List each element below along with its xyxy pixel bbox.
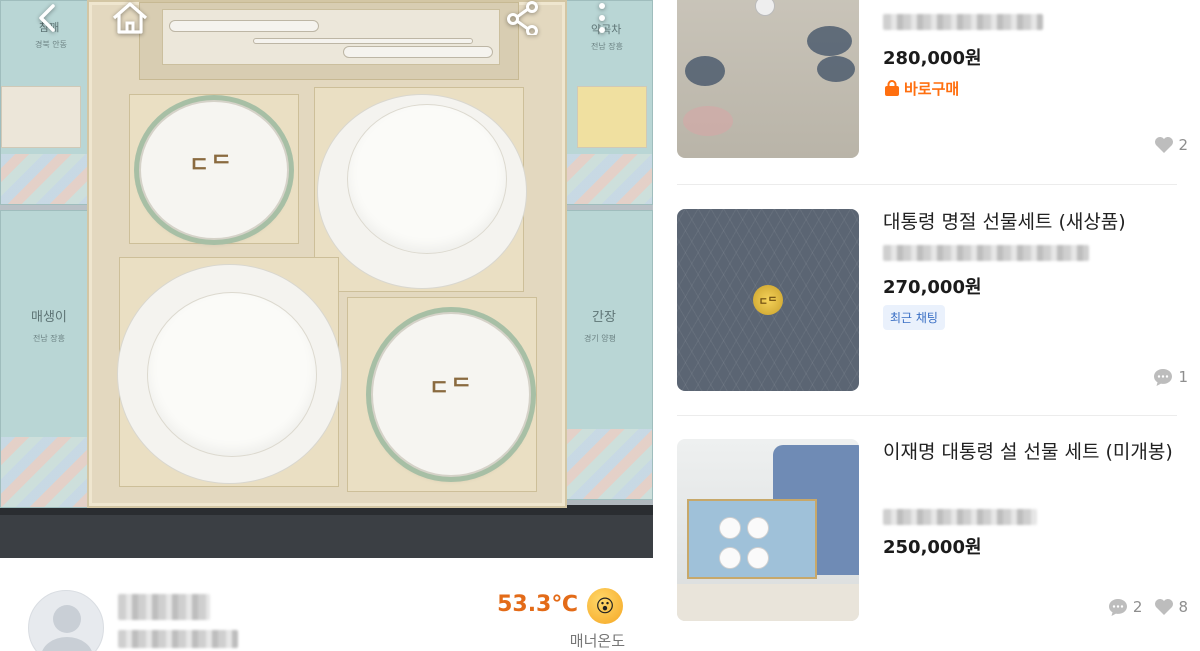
cutlery-tray-inner	[162, 9, 500, 65]
avatar[interactable]	[28, 590, 104, 651]
comment-count: 2	[1107, 597, 1143, 617]
seller-name-blurred	[118, 594, 210, 620]
box-stripe-pattern	[567, 154, 652, 204]
back-button[interactable]	[28, 0, 68, 36]
bowl	[719, 517, 741, 539]
share-button[interactable]	[503, 0, 543, 36]
like-count-value: 2	[1178, 136, 1188, 154]
list-item[interactable]: 이재명 대통령 설 선물 세트 (미개봉) 250,000원 2 8	[653, 425, 1200, 651]
comment-count: 1	[1152, 367, 1188, 387]
manner-temperature-label[interactable]: 매너온도	[570, 630, 625, 651]
listing-title: 대통령 명절 선물세트 (새상품)	[883, 211, 1126, 233]
listing-thumbnail[interactable]	[677, 439, 859, 621]
recent-chat-badge: 최근 채팅	[883, 305, 945, 330]
listing-stats: 2	[1154, 136, 1188, 154]
home-icon	[112, 2, 148, 34]
bowl-emblem: ㄷᄃ	[189, 153, 234, 178]
gold-emblem-icon: ㄷᄃ	[753, 285, 783, 315]
buy-now-label: 바로구매	[904, 80, 960, 98]
list-item[interactable]: 280,000원 바로구매 2	[653, 0, 1200, 185]
box-subtitle: 전남 장흥	[33, 334, 65, 343]
home-button[interactable]	[110, 0, 150, 36]
comment-count-value: 2	[1132, 598, 1143, 616]
heart-icon	[1155, 599, 1174, 615]
more-button[interactable]	[582, 0, 622, 36]
pine-pattern	[817, 56, 855, 82]
chat-bubble-icon	[1108, 599, 1127, 616]
listing-thumbnail[interactable]: ㄷᄃ	[677, 209, 859, 391]
pine-pattern	[685, 56, 725, 86]
listing-price: 250,000원	[883, 537, 982, 558]
share-icon	[507, 1, 538, 35]
listing-price: 280,000원	[883, 48, 982, 69]
listing-price: 270,000원	[883, 277, 982, 298]
box-subtitle: 경북 안동	[35, 40, 67, 49]
box-stripe-pattern	[554, 429, 652, 499]
box-subtitle: 경기 양평	[584, 334, 616, 343]
like-count: 2	[1154, 136, 1188, 154]
spoon	[169, 20, 319, 32]
manner-temperature: 53.3℃	[497, 592, 578, 617]
comment-count-value: 1	[1178, 368, 1188, 386]
related-listings: 280,000원 바로구매 2 ㄷᄃ 대통령 명절 선물세트 (새상품) 270…	[653, 0, 1200, 651]
rice-window	[1, 86, 81, 148]
bowl-bottom-left	[147, 292, 317, 457]
product-photo[interactable]: 참깨 경북 안동 매생이 전남 장흥 약곡차 전남 장흥 간장 경기 양평 ㄷᄃ…	[0, 0, 653, 558]
chevron-left-icon	[39, 4, 55, 32]
cutlery-tray	[139, 2, 519, 80]
box-subtitle: 전남 장흥	[591, 42, 623, 51]
temperature-emoji-icon: 😮	[587, 588, 623, 624]
list-item[interactable]: ㄷᄃ 대통령 명절 선물세트 (새상품) 270,000원 최근 채팅 1	[653, 195, 1200, 410]
tea-window	[577, 86, 647, 148]
chopsticks	[253, 38, 473, 44]
seller-info[interactable]: 53.3℃ 😮 매너온도	[0, 558, 653, 651]
photo-floor	[0, 505, 653, 558]
box-title: 매생이	[31, 310, 67, 325]
bowl	[747, 517, 769, 539]
listing-thumbnail[interactable]	[677, 0, 859, 158]
gift-set-box: ㄷᄃ ㄷᄃ	[87, 0, 567, 508]
side-box-right: 간장 경기 양평	[553, 210, 653, 500]
bowl-emblem: ㄷᄃ	[429, 376, 474, 401]
heart-icon	[1155, 137, 1174, 153]
bowl	[747, 547, 769, 569]
box-title: 간장	[592, 310, 616, 325]
pine-pattern	[807, 26, 852, 56]
listing-location-blurred	[883, 245, 1089, 261]
spoon	[343, 46, 493, 58]
listing-title: 이재명 대통령 설 선물 세트 (미개봉)	[883, 441, 1173, 463]
seller-location-blurred	[118, 630, 238, 648]
buy-now-badge[interactable]: 바로구매	[883, 78, 959, 99]
table-surface	[677, 584, 859, 621]
bowl-top-right	[347, 104, 507, 254]
shopping-bag-icon	[885, 79, 899, 96]
listing-stats: 1	[1152, 367, 1188, 387]
more-vertical-icon	[599, 3, 605, 33]
like-count: 8	[1154, 598, 1188, 616]
chat-bubble-icon	[1154, 369, 1173, 386]
like-count-value: 8	[1178, 598, 1188, 616]
product-detail-panel: 참깨 경북 안동 매생이 전남 장흥 약곡차 전남 장흥 간장 경기 양평 ㄷᄃ…	[0, 0, 653, 651]
flower-pattern	[683, 106, 733, 136]
card-center-mark	[755, 0, 775, 16]
divider	[677, 415, 1177, 416]
listing-location-blurred	[883, 509, 1037, 525]
listing-location-blurred	[883, 14, 1043, 30]
bowl	[719, 547, 741, 569]
divider	[677, 184, 1177, 185]
listing-stats: 2 8	[1107, 597, 1188, 617]
